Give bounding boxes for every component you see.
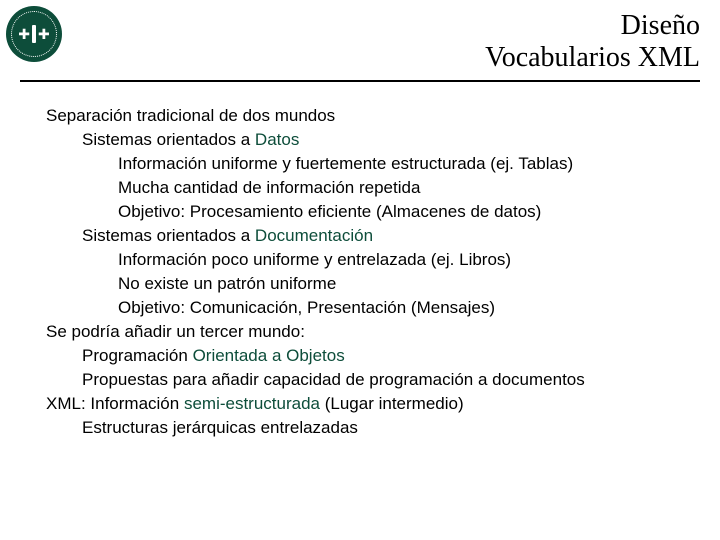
- line-keyword: Datos: [255, 130, 299, 149]
- bullet-line: Objetivo: Comunicación, Presentación (Me…: [46, 296, 690, 320]
- line-keyword: Orientada a Objetos: [193, 346, 345, 365]
- bullet-line: Sistemas orientados a Datos: [46, 128, 690, 152]
- line-pre: Separación tradicional de dos mundos: [46, 106, 335, 125]
- line-pre: Programación: [82, 346, 193, 365]
- line-pre: XML: Información: [46, 394, 184, 413]
- line-pre: Estructuras jerárquicas entrelazadas: [82, 418, 358, 437]
- line-pre: Objetivo: Procesamiento eficiente (Almac…: [118, 202, 541, 221]
- line-pre: No existe un patrón uniforme: [118, 274, 336, 293]
- line-pre: Información poco uniforme y entrelazada …: [118, 250, 511, 269]
- line-pre: Mucha cantidad de información repetida: [118, 178, 420, 197]
- bullet-line: Separación tradicional de dos mundos: [46, 104, 690, 128]
- line-post: (Lugar intermedio): [320, 394, 464, 413]
- bullet-line: Objetivo: Procesamiento eficiente (Almac…: [46, 200, 690, 224]
- bullet-line: No existe un patrón uniforme: [46, 272, 690, 296]
- line-pre: Sistemas orientados a: [82, 226, 255, 245]
- line-pre: Información uniforme y fuertemente estru…: [118, 154, 573, 173]
- title-line-1: Diseño: [62, 10, 700, 42]
- bullet-line: Sistemas orientados a Documentación: [46, 224, 690, 248]
- line-pre: Sistemas orientados a: [82, 130, 255, 149]
- bullet-line: XML: Información semi-estructurada (Luga…: [46, 392, 690, 416]
- line-pre: Objetivo: Comunicación, Presentación (Me…: [118, 298, 495, 317]
- seal-cross-icon: ✚: [38, 27, 50, 41]
- line-pre: Se podría añadir un tercer mundo:: [46, 322, 305, 341]
- bullet-line: Información uniforme y fuertemente estru…: [46, 152, 690, 176]
- bullet-line: Propuestas para añadir capacidad de prog…: [46, 368, 690, 392]
- bullet-line: Se podría añadir un tercer mundo:: [46, 320, 690, 344]
- seal-logo: ✚ ✚: [6, 6, 62, 62]
- title-block: Diseño Vocabularios XML: [62, 6, 700, 74]
- line-keyword: Documentación: [255, 226, 373, 245]
- bullet-line: Información poco uniforme y entrelazada …: [46, 248, 690, 272]
- line-pre: Propuestas para añadir capacidad de prog…: [82, 370, 585, 389]
- content: Separación tradicional de dos mundos Sist…: [0, 82, 720, 440]
- line-keyword: semi-estructurada: [184, 394, 320, 413]
- seal-cross-icon: ✚: [18, 27, 30, 41]
- seal-inner: ✚ ✚: [11, 11, 57, 57]
- seal-bar-icon: [32, 25, 36, 43]
- bullet-line: Programación Orientada a Objetos: [46, 344, 690, 368]
- header: ✚ ✚ Diseño Vocabularios XML: [0, 0, 720, 74]
- title-line-2: Vocabularios XML: [62, 42, 700, 74]
- bullet-line: Estructuras jerárquicas entrelazadas: [46, 416, 690, 440]
- bullet-line: Mucha cantidad de información repetida: [46, 176, 690, 200]
